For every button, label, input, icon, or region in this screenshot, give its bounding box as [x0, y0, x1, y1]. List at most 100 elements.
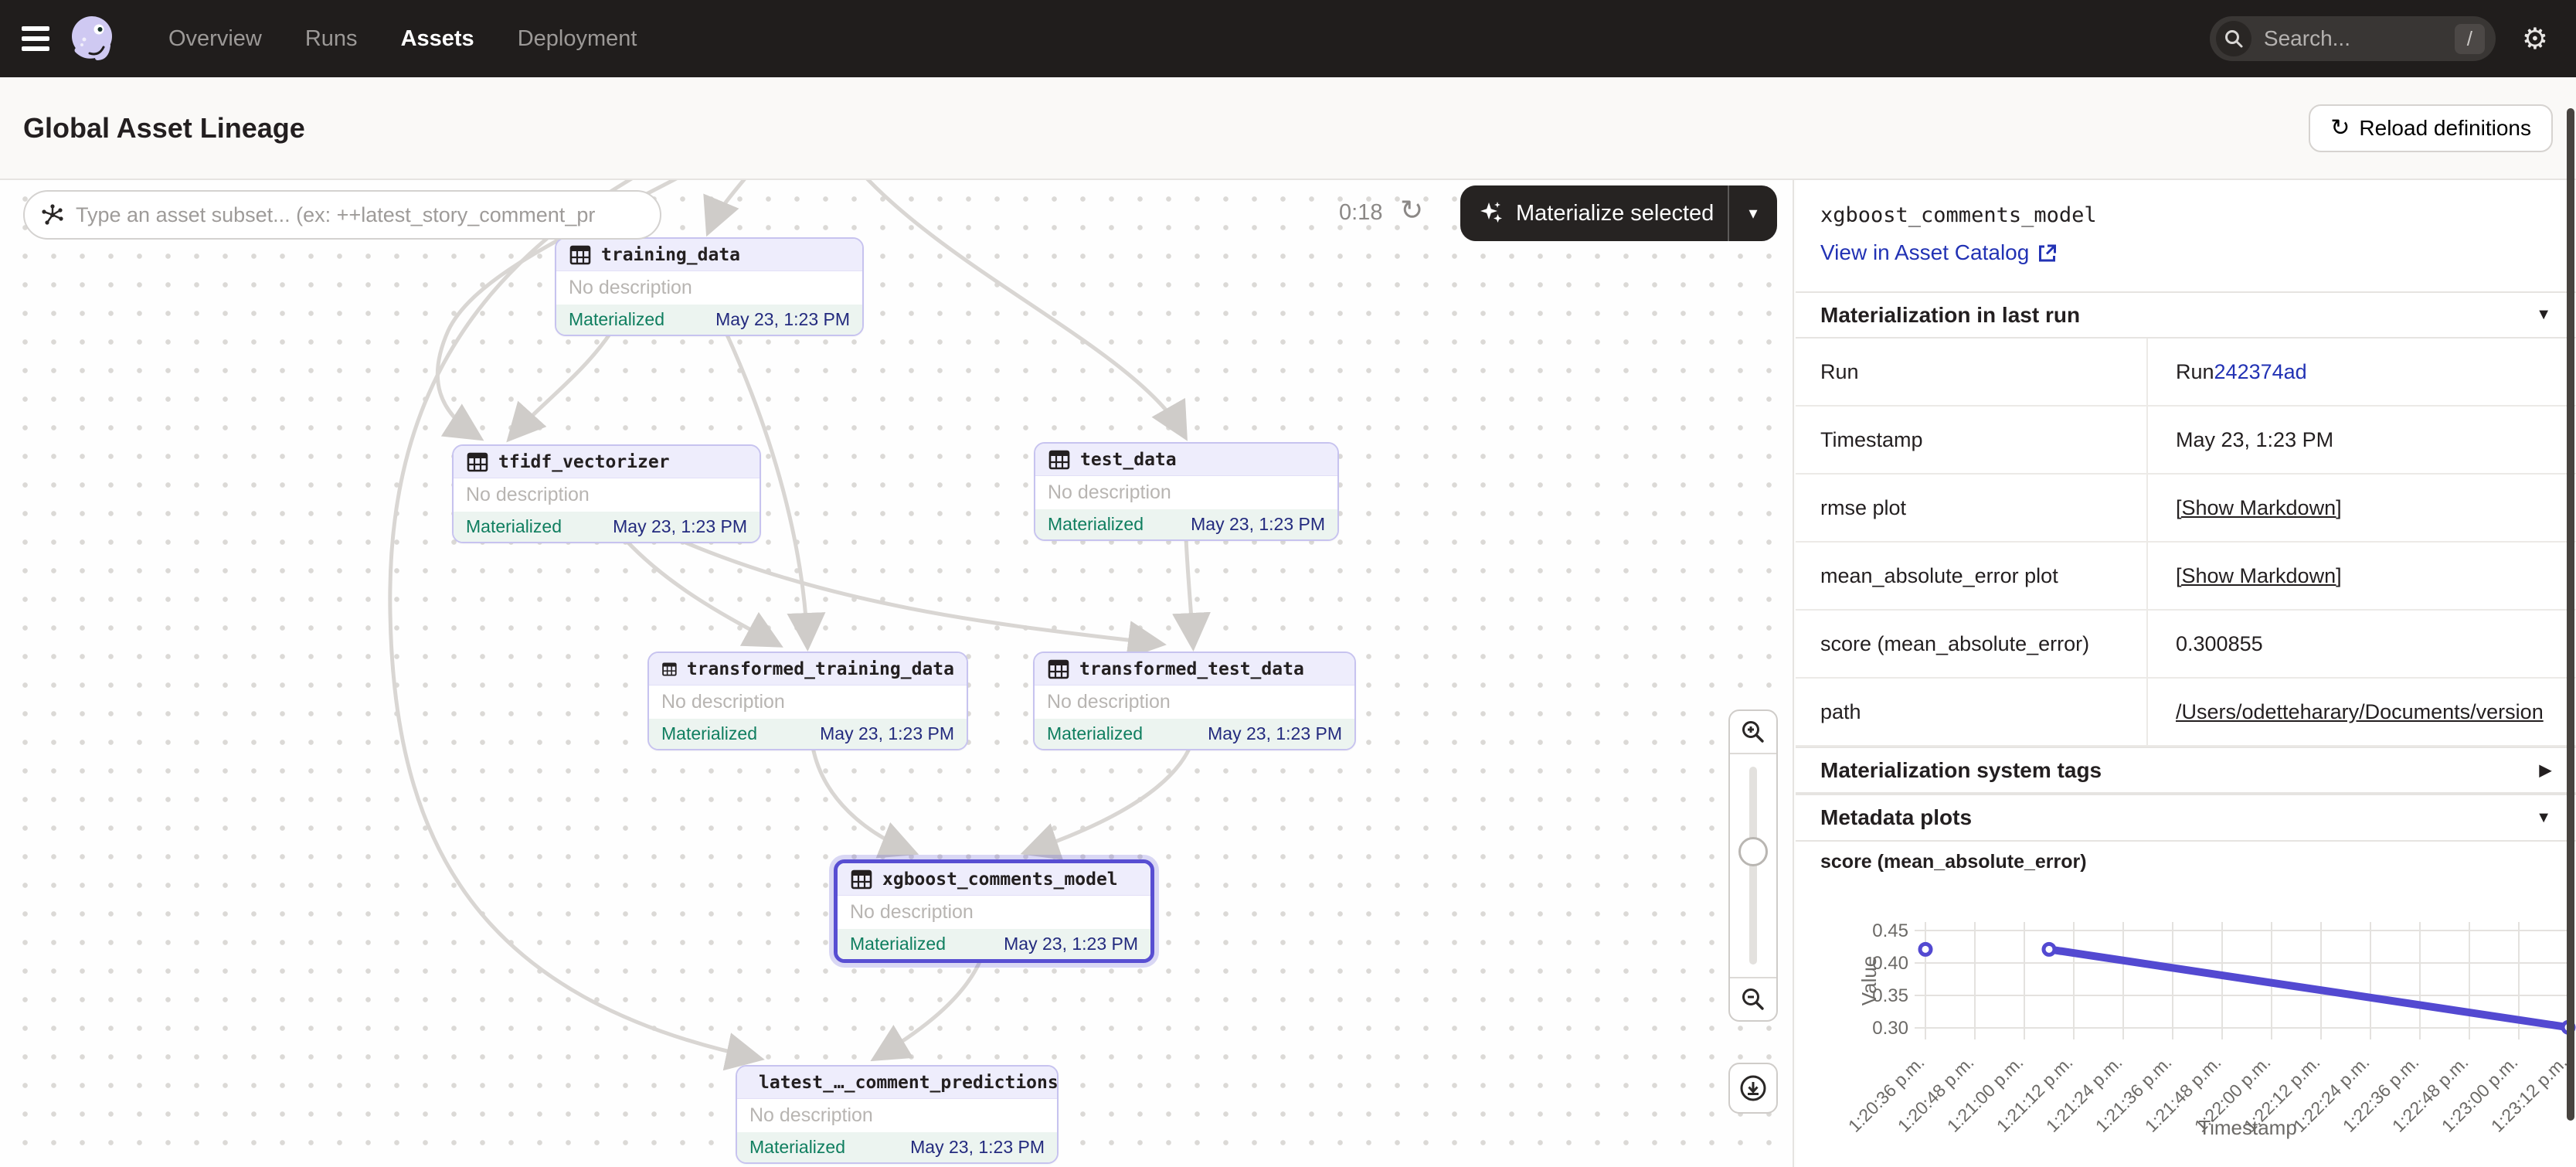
asset-filter-input[interactable]: [76, 203, 644, 227]
score-chart: 0.450.400.350.301:20:36 p.m.1:20:48 p.m.…: [1796, 880, 2576, 1167]
metadata-value: 0.300855: [2148, 611, 2576, 677]
asset-node-status: Materialized May 23, 1:23 PM: [737, 1132, 1057, 1162]
reload-icon: ↻: [2330, 117, 2350, 140]
search-icon: [2216, 21, 2251, 56]
top-nav: Overview Runs Assets Deployment / ⚙: [0, 0, 2576, 77]
metadata-row: Timestamp May 23, 1:23 PM: [1796, 407, 2576, 475]
sparkle-icon: [1479, 200, 1505, 226]
asset-graph-pane[interactable]: training_data No description Materialize…: [0, 180, 1794, 1167]
search-shortcut-badge: /: [2455, 24, 2485, 54]
asset-node-name: transformed_training_data: [687, 659, 954, 679]
dagster-logo-icon[interactable]: [66, 13, 117, 64]
asset-node-description: No description: [649, 686, 967, 719]
nav-item-assets[interactable]: Assets: [401, 26, 474, 52]
materialize-dropdown-caret[interactable]: ▾: [1728, 185, 1777, 241]
materialization-timestamp: May 23, 1:23 PM: [613, 516, 747, 537]
asset-node-latest_…_comment_predictions[interactable]: latest_…_comment_predictions No descript…: [736, 1065, 1059, 1164]
nav-item-overview[interactable]: Overview: [168, 26, 262, 52]
asset-node-status: Materialized May 23, 1:23 PM: [454, 512, 760, 542]
metadata-value: Run 242374ad: [2148, 339, 2576, 405]
materialize-selected-button[interactable]: Materialize selected ▾: [1460, 185, 1777, 241]
global-search[interactable]: /: [2210, 16, 2496, 61]
section-materialization-system-tags[interactable]: Materialization system tags ▶: [1796, 747, 2576, 794]
svg-text:0.45: 0.45: [1872, 920, 1908, 941]
zoom-controls: [1728, 709, 1778, 1022]
page-header: Global Asset Lineage ↻ Reload definition…: [0, 77, 2576, 180]
asset-node-test_data[interactable]: test_data No description Materialized Ma…: [1034, 442, 1339, 541]
asset-details-panel: xgboost_comments_model View in Asset Cat…: [1796, 180, 2576, 1167]
asset-node-status: Materialized May 23, 1:23 PM: [1035, 719, 1354, 749]
section-materialization-last-run[interactable]: Materialization in last run ▼: [1796, 291, 2576, 339]
metadata-link[interactable]: /Users/odetteharary/Documents/version: [2176, 700, 2544, 724]
page-scrollbar-thumb[interactable]: [2567, 108, 2574, 1121]
zoom-slider-handle[interactable]: [1738, 837, 1768, 866]
view-in-asset-catalog-link[interactable]: View in Asset Catalog: [1820, 240, 2058, 265]
metadata-row: mean_absolute_error plot [Show Markdown]: [1796, 543, 2576, 611]
zoom-in-button[interactable]: [1730, 711, 1776, 754]
metadata-label: mean_absolute_error plot: [1796, 543, 2148, 609]
nav-item-runs[interactable]: Runs: [305, 26, 358, 52]
asset-node-tfidf_vectorizer[interactable]: tfidf_vectorizer No description Material…: [452, 444, 761, 543]
metadata-value: /Users/odetteharary/Documents/version: [2148, 679, 2576, 745]
asset-node-description: No description: [838, 896, 1150, 929]
materialization-timestamp: May 23, 1:23 PM: [715, 309, 850, 330]
asset-node-status: Materialized May 23, 1:23 PM: [649, 719, 967, 749]
asset-node-transformed_training_data[interactable]: transformed_training_data No description…: [647, 652, 968, 750]
materialization-timestamp: May 23, 1:23 PM: [910, 1137, 1045, 1158]
section-metadata-plots[interactable]: Metadata plots ▼: [1796, 794, 2576, 842]
asset-node-header: training_data: [556, 239, 862, 271]
asset-node-training_data[interactable]: training_data No description Materialize…: [555, 237, 864, 336]
asset-node-status: Materialized May 23, 1:23 PM: [556, 305, 862, 335]
metadata-link[interactable]: [Show Markdown]: [2176, 496, 2342, 520]
asset-node-xgboost_comments_model[interactable]: xgboost_comments_model No description Ma…: [834, 859, 1154, 963]
chevron-right-icon: ▶: [2540, 760, 2551, 780]
asset-filter-box[interactable]: [23, 190, 661, 240]
table-icon: [1048, 448, 1071, 471]
asset-node-transformed_test_data[interactable]: transformed_test_data No description Mat…: [1033, 652, 1356, 750]
metadata-link[interactable]: [Show Markdown]: [2176, 564, 2342, 588]
metadata-table: Run Run 242374adTimestamp May 23, 1:23 P…: [1796, 339, 2576, 747]
table-icon: [569, 243, 592, 267]
asset-node-name: latest_…_comment_predictions: [759, 1073, 1059, 1093]
metadata-label: path: [1796, 679, 2148, 745]
run-id-link[interactable]: 242374ad: [2214, 360, 2307, 384]
settings-gear-icon[interactable]: ⚙: [2522, 22, 2548, 56]
svg-text:0.30: 0.30: [1872, 1018, 1908, 1039]
table-icon: [850, 868, 873, 891]
nav-item-deployment[interactable]: Deployment: [518, 26, 637, 52]
asset-node-status: Materialized May 23, 1:23 PM: [1035, 509, 1337, 539]
asset-node-header: transformed_training_data: [649, 653, 967, 686]
table-icon: [466, 451, 489, 474]
metadata-label: rmse plot: [1796, 475, 2148, 541]
metadata-row: score (mean_absolute_error) 0.300855: [1796, 611, 2576, 679]
svg-text:Timestamp: Timestamp: [2198, 1116, 2297, 1139]
metadata-label: Timestamp: [1796, 407, 2148, 473]
asset-node-header: latest_…_comment_predictions: [737, 1067, 1057, 1099]
metadata-value: [Show Markdown]: [2148, 475, 2576, 541]
materialization-timestamp: May 23, 1:23 PM: [820, 723, 954, 744]
reload-definitions-button[interactable]: ↻ Reload definitions: [2309, 104, 2553, 152]
metadata-value: [Show Markdown]: [2148, 543, 2576, 609]
search-input[interactable]: [2264, 26, 2455, 51]
asset-node-status: Materialized May 23, 1:23 PM: [838, 929, 1150, 959]
table-icon: [661, 658, 678, 681]
asset-node-header: tfidf_vectorizer: [454, 446, 760, 478]
metadata-row: Run Run 242374ad: [1796, 339, 2576, 407]
asset-node-name: xgboost_comments_model: [882, 869, 1118, 890]
refresh-graph-icon[interactable]: ↻: [1400, 194, 1423, 226]
hamburger-menu-icon[interactable]: [0, 0, 56, 77]
download-icon: [1738, 1073, 1769, 1104]
asset-node-description: No description: [1035, 476, 1337, 509]
zoom-slider[interactable]: [1730, 754, 1776, 977]
asset-node-description: No description: [556, 271, 862, 305]
asset-node-header: xgboost_comments_model: [838, 863, 1150, 896]
download-graph-button[interactable]: [1728, 1063, 1778, 1114]
refresh-timer: 0:18: [1339, 200, 1382, 226]
asset-node-name: test_data: [1080, 450, 1177, 470]
status-badge: Materialized: [661, 723, 757, 744]
asset-node-header: test_data: [1035, 444, 1337, 476]
zoom-out-button[interactable]: [1730, 977, 1776, 1020]
status-badge: Materialized: [466, 516, 562, 537]
status-badge: Materialized: [1048, 514, 1144, 535]
materialization-timestamp: May 23, 1:23 PM: [1208, 723, 1342, 744]
